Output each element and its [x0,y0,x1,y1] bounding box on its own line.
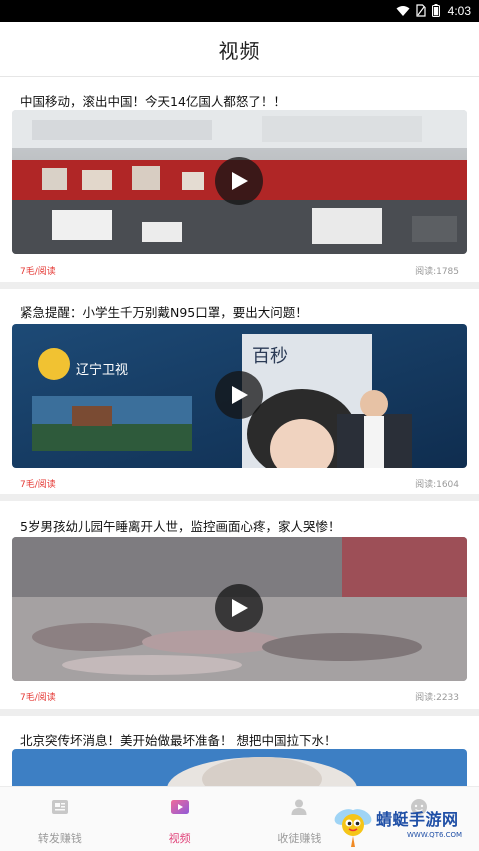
divider [0,494,479,501]
play-button[interactable] [215,371,263,419]
tab-label: 转发赚钱 [37,832,82,845]
play-button[interactable] [215,157,263,205]
divider [0,709,479,716]
video-card[interactable]: 5岁男孩幼儿园午睡离开人世，监控画面心疼，家人哭惨！ 7毛/阅读 阅读:2233 [0,501,479,716]
video-icon [170,797,190,817]
read-count: 阅读:1604 [415,480,459,490]
play-icon [232,386,248,404]
battery-icon [431,2,440,21]
tab-label: 视频 [168,832,191,845]
video-thumbnail[interactable] [12,110,467,254]
read-count: 阅读:1785 [415,267,459,277]
svg-text:辽宁卫视: 辽宁卫视 [76,362,128,378]
status-time: 4:03 [447,4,471,18]
video-card[interactable]: 北京突传坏消息！美开始做最坏准备！ 想把中国拉下水！ [0,716,479,786]
tab-share-earn[interactable]: 转发赚钱 [0,787,120,851]
video-title[interactable]: 5岁男孩幼儿园午睡离开人世，监控画面心疼，家人哭惨！ [20,516,340,535]
watermark-url: WWW.QT6.COM [407,831,463,839]
video-title[interactable]: 紧急提醒：小学生千万别戴N95口罩，要出大问题！ [20,302,308,321]
video-thumbnail[interactable] [12,537,467,681]
play-button[interactable] [215,584,263,632]
tab-label: 收徒赚钱 [277,832,322,845]
header: 视频 [0,22,479,77]
divider [0,282,479,289]
video-thumbnail[interactable]: 辽宁卫视 百秒 [12,324,467,468]
svg-text:百秒: 百秒 [252,346,288,367]
video-card[interactable]: 中国移动，滚出中国！今天14亿国人都怒了！！ 7毛/阅读 阅读:1785 [0,78,479,289]
watermark-text: 蜻蜓手游网 [376,810,459,829]
news-icon [50,797,70,817]
user-icon [289,797,309,817]
video-feed[interactable]: 中国移动，滚出中国！今天14亿国人都怒了！！ 7毛/阅读 阅读:1785 紧急提… [0,78,479,786]
video-card[interactable]: 紧急提醒：小学生千万别戴N95口罩，要出大问题！ 辽宁卫视 百秒 7毛/阅读 阅… [0,289,479,501]
video-title[interactable]: 北京突传坏消息！美开始做最坏准备！ 想把中国拉下水！ [20,730,336,749]
page-title: 视频 [218,38,261,63]
dragonfly-logo-icon [331,803,375,851]
no-sim-icon [416,2,426,21]
play-icon [232,599,248,617]
reward-label: 7毛/阅读 [20,480,56,490]
status-bar: 4:03 [0,0,479,22]
video-thumbnail[interactable] [12,749,467,786]
tab-video[interactable]: 视频 [120,787,240,851]
status-icons: 4:03 [396,3,471,19]
reward-label: 7毛/阅读 [20,267,56,277]
video-title[interactable]: 中国移动，滚出中国！今天14亿国人都怒了！！ [20,91,286,110]
reward-label: 7毛/阅读 [20,693,56,703]
wifi-icon [396,2,410,21]
watermark-logo: 蜻蜓手游网 WWW.QT6.COM [327,801,477,851]
play-icon [232,172,248,190]
read-count: 阅读:2233 [415,693,459,703]
